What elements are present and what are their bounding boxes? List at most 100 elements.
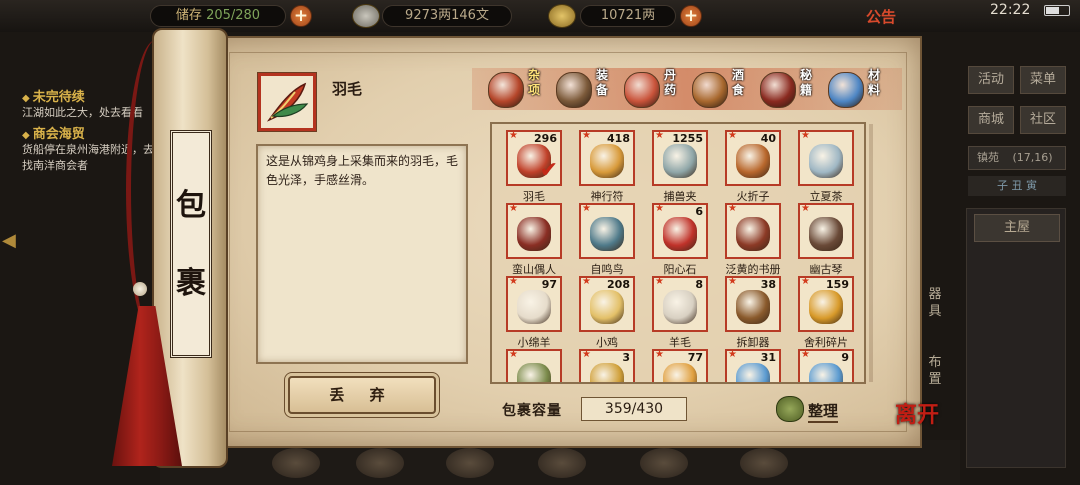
battery-icon xyxy=(1044,5,1070,16)
item-count: 31 xyxy=(760,351,776,364)
inventory-slot[interactable]: ★ xyxy=(506,349,562,382)
item-name: 立夏茶 xyxy=(809,190,843,203)
star-icon: ★ xyxy=(655,130,664,141)
silver-ingot-icon xyxy=(548,4,576,28)
home-panel xyxy=(966,208,1066,468)
food-icon xyxy=(692,72,728,108)
grid-scrollbar[interactable] xyxy=(869,124,873,382)
star-icon: ★ xyxy=(509,276,518,287)
inventory-slot[interactable]: ★ 208 xyxy=(579,276,635,332)
collapse-arrow-icon[interactable]: ◀ xyxy=(2,230,16,251)
inventory-slot[interactable]: ★ 38 xyxy=(725,276,781,332)
layout-tab[interactable]: 布置 xyxy=(924,354,946,388)
star-icon: ★ xyxy=(801,130,810,141)
dock-item-icon[interactable] xyxy=(272,448,320,478)
inventory-slot[interactable]: ★ 3 xyxy=(579,349,635,382)
item-name: 幽古琴 xyxy=(809,263,843,276)
tab-jar[interactable]: 杂项 xyxy=(484,66,550,112)
inventory-slot[interactable]: ★ 159 xyxy=(798,276,854,332)
inventory-slot[interactable]: ★ 6 xyxy=(652,203,708,259)
add-silver-button[interactable]: + xyxy=(680,5,702,27)
dock-item-icon[interactable] xyxy=(356,448,404,478)
book-icon xyxy=(760,72,796,108)
chick-icon xyxy=(590,290,624,324)
item-count: 159 xyxy=(826,278,849,291)
star-icon: ★ xyxy=(582,349,591,360)
tab-crystal[interactable]: 材料 xyxy=(824,66,890,112)
star-icon: ★ xyxy=(801,276,810,287)
location-name: 镇苑 xyxy=(977,151,999,164)
star-icon: ★ xyxy=(801,349,810,360)
star-icon: ★ xyxy=(509,203,518,214)
inventory-slot[interactable]: ★ 8 xyxy=(652,276,708,332)
leave-button[interactable]: 离开 xyxy=(895,404,939,454)
discard-button[interactable]: 丢 弃 xyxy=(288,376,436,414)
silver-counter: 10721两 xyxy=(580,5,676,27)
dock-item-icon[interactable] xyxy=(446,448,494,478)
tab-food[interactable]: 酒食 xyxy=(688,66,754,112)
dock-item-icon[interactable] xyxy=(640,448,688,478)
equipment-tab[interactable]: 器具 xyxy=(924,286,946,320)
red-stone-icon xyxy=(663,217,697,251)
selected-check-icon: ✔ xyxy=(539,158,558,183)
inventory-slot[interactable]: ★ xyxy=(579,203,635,259)
sort-button[interactable]: 整理 xyxy=(808,400,839,423)
star-icon: ★ xyxy=(582,203,591,214)
tab-pill[interactable]: 丹药 xyxy=(620,66,686,112)
gold-ingot-icon xyxy=(590,363,624,382)
tab-book[interactable]: 秘籍 xyxy=(756,66,822,112)
inventory-slot[interactable]: ★ 296 ✔ xyxy=(506,130,562,186)
sheep-icon xyxy=(517,290,551,324)
inventory-slot[interactable]: ★ xyxy=(798,130,854,186)
star-icon: ★ xyxy=(582,130,591,141)
herb-pile-icon xyxy=(517,363,551,382)
item-name: 火折子 xyxy=(736,190,770,203)
inventory-slot[interactable]: ★ 418 xyxy=(579,130,635,186)
tassel-bead xyxy=(133,282,147,296)
bag-title-char: 裹 xyxy=(176,266,206,301)
item-count: 418 xyxy=(607,132,630,145)
money-bag-icon[interactable] xyxy=(776,396,804,422)
jar-icon xyxy=(488,72,524,108)
inventory-slot[interactable]: ★ xyxy=(798,203,854,259)
item-name: 自鸣鸟 xyxy=(590,263,624,276)
wool-icon xyxy=(663,290,697,324)
storage-value: 205/280 xyxy=(206,8,261,23)
item-name: 羊毛 xyxy=(669,336,691,349)
location-coords: (17,16) xyxy=(1012,151,1053,164)
toolbox-icon xyxy=(736,290,770,324)
tab-weapon[interactable]: 装备 xyxy=(552,66,618,112)
inventory-slot[interactable]: ★ 31 xyxy=(725,349,781,382)
notice-button[interactable]: 公告 xyxy=(866,6,896,27)
item-name: 拆卸器 xyxy=(736,336,770,349)
inventory-slot[interactable]: ★ 1255 xyxy=(652,130,708,186)
tab-label: 装备 xyxy=(596,68,609,97)
doll-icon xyxy=(517,217,551,251)
dock-item-icon[interactable] xyxy=(740,448,788,478)
mall-button[interactable]: 商城 xyxy=(968,106,1014,134)
community-button[interactable]: 社区 xyxy=(1020,106,1066,134)
star-icon: ★ xyxy=(728,130,737,141)
bag-title-char: 包 xyxy=(176,188,206,223)
inventory-slot[interactable]: ★ xyxy=(506,203,562,259)
old-book-icon xyxy=(736,217,770,251)
dock-item-icon[interactable] xyxy=(538,448,586,478)
home-button[interactable]: 主屋 xyxy=(974,214,1060,242)
add-storage-button[interactable]: + xyxy=(290,5,312,27)
inventory-slot[interactable]: ★ 9 xyxy=(798,349,854,382)
star-icon: ★ xyxy=(509,130,518,141)
inventory-slot[interactable]: ★ 77 xyxy=(652,349,708,382)
copper-coin-icon xyxy=(352,4,380,28)
storage-counter: 储存 205/280 xyxy=(150,5,286,27)
item-name: 蛮山偶人 xyxy=(512,263,556,276)
activity-button[interactable]: 活动 xyxy=(968,66,1014,94)
tab-label: 丹药 xyxy=(664,68,677,97)
star-icon: ★ xyxy=(801,203,810,214)
menu-button[interactable]: 菜单 xyxy=(1020,66,1066,94)
bag-title-plaque xyxy=(170,130,212,358)
inventory-slot[interactable]: ★ 40 xyxy=(725,130,781,186)
item-name: 阳心石 xyxy=(663,263,697,276)
crystal-icon xyxy=(828,72,864,108)
inventory-slot[interactable]: ★ 97 xyxy=(506,276,562,332)
inventory-slot[interactable]: ★ xyxy=(725,203,781,259)
